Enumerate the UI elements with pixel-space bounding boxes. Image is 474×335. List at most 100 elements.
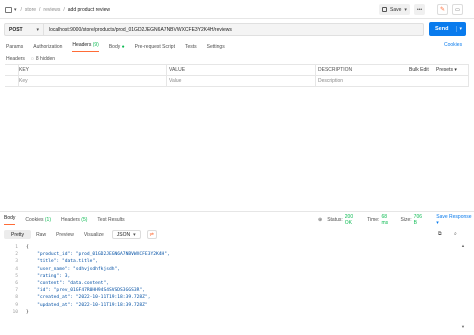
send-button[interactable]: Send ▾: [429, 22, 466, 36]
line-number: 4: [15, 266, 18, 272]
method-select[interactable]: POST ▾: [4, 23, 44, 36]
pretty-button[interactable]: Pretty: [4, 230, 32, 239]
key-input[interactable]: Key: [19, 78, 169, 84]
chevron-down-icon: ▾: [133, 231, 136, 238]
comments-button[interactable]: ▭: [452, 4, 463, 15]
scroll-down-arrow[interactable]: ▼: [461, 324, 465, 329]
time-value: 68 ms: [381, 213, 389, 226]
response-tab-cookies-label: Cookies: [25, 216, 44, 223]
line-text: "rating": 3,: [26, 273, 71, 279]
url-input[interactable]: localhost:9000/store/products/prod_01GD2…: [44, 23, 424, 36]
page-title[interactable]: add product review: [68, 7, 110, 13]
code-line: 3 "title": "data.title",: [4, 258, 459, 265]
response-tab-headers[interactable]: Headers (5): [61, 217, 87, 223]
code-line: 6 "content": "data.content",: [4, 280, 459, 287]
save-response-button[interactable]: Save Response ▾: [436, 214, 474, 226]
status-value: 200 OK: [344, 213, 354, 226]
tab-params[interactable]: Params: [6, 44, 23, 50]
edit-button[interactable]: ✎: [437, 4, 448, 15]
wrap-icon: ⇌: [149, 231, 154, 238]
line-text: }: [26, 309, 29, 315]
line-text: "id": "prev_01GF47R0HH94S4SVSDS3GGS3R",: [26, 288, 145, 294]
code-line: 5 "rating": 3,: [4, 273, 459, 280]
line-text: "user_name": "sdhvjsdhfkjsdh",: [26, 266, 121, 272]
response-tab-test-results[interactable]: Test Results: [97, 217, 124, 223]
body-indicator-dot: ●: [121, 44, 125, 50]
save-label: Save: [390, 6, 402, 13]
copy-icon[interactable]: ⧉: [438, 231, 442, 237]
tab-body[interactable]: Body ●: [109, 44, 125, 50]
tab-authorization[interactable]: Authorization: [33, 44, 62, 50]
tab-headers[interactable]: Headers (9): [72, 42, 99, 52]
globe-icon: ⊕: [318, 216, 323, 223]
response-tab-headers-label: Headers: [61, 216, 80, 223]
search-icon[interactable]: ⌕: [454, 231, 457, 237]
response-tab-body[interactable]: Body: [4, 215, 16, 225]
size-label: Size:: [400, 216, 412, 223]
raw-button[interactable]: Raw: [36, 232, 46, 238]
code-line: 8 "created_at": "2022-10-11T19:18:39.728…: [4, 294, 459, 301]
save-button[interactable]: Save ▾: [379, 4, 410, 15]
chevron-down-icon[interactable]: ▾: [14, 7, 17, 13]
tab-headers-label: Headers: [72, 42, 92, 48]
code-line: 4 "user_name": "sdhvjsdhfkjsdh",: [4, 266, 459, 273]
presets-dropdown[interactable]: Presets ▾: [436, 67, 457, 73]
line-number: 2: [15, 252, 18, 258]
response-tab-cookies[interactable]: Cookies (1): [25, 217, 51, 223]
tab-pre-request-script[interactable]: Pre-request Script: [135, 44, 175, 50]
column-header-key: KEY: [19, 67, 30, 73]
code-line: 7 "id": "prev_01GF47R0HH94S4SVSDS3GGS3R"…: [4, 287, 459, 294]
chevron-down-icon: ▾: [404, 6, 407, 13]
tab-settings[interactable]: Settings: [207, 44, 225, 50]
line-text: "title": "data.title",: [26, 259, 98, 265]
preview-button[interactable]: Preview: [56, 232, 74, 238]
comment-icon: ▭: [455, 6, 460, 13]
response-tab-cookies-count: (1): [44, 216, 51, 223]
method-label: POST: [9, 26, 23, 33]
description-input[interactable]: Description: [318, 78, 469, 84]
response-tab-headers-count: (5): [81, 216, 88, 223]
code-line: 10}: [4, 309, 459, 316]
breadcrumb-item[interactable]: reviews: [43, 7, 60, 13]
wrap-lines-button[interactable]: ⇌: [146, 230, 157, 239]
chevron-down-icon: ▾: [454, 67, 457, 73]
visualize-button[interactable]: Visualize: [84, 232, 104, 238]
time-label: Time:: [367, 216, 380, 223]
pretty-label: Pretty: [11, 231, 25, 238]
save-response-label: Save Response: [436, 213, 472, 220]
line-text: "created_at": "2022-10-11T19:18:39.728Z"…: [26, 295, 151, 301]
scroll-up-arrow[interactable]: ▲: [461, 243, 465, 248]
line-number: 1: [15, 245, 18, 251]
line-number: 8: [15, 295, 18, 301]
chevron-down-icon: ▾: [436, 219, 439, 226]
line-number: 9: [15, 302, 18, 308]
hidden-headers-toggle[interactable]: 8 hidden: [36, 56, 55, 62]
format-select[interactable]: JSON ▾: [111, 230, 141, 239]
more-actions-button[interactable]: •••: [414, 4, 425, 15]
line-number: 7: [15, 288, 18, 294]
column-header-description: DESCRIPTION: [318, 67, 353, 73]
status-label: Status:: [327, 216, 343, 223]
http-icon: [5, 7, 12, 13]
headers-sublabel: Headers: [6, 56, 25, 62]
code-line: 9 "updated_at": "2022-10-11T19:18:39.728…: [4, 302, 459, 309]
response-body[interactable]: 1{ 2 "product_id": "prod_01GD2JEGN6A7NBV…: [4, 244, 459, 316]
url-text: localhost:9000/store/products/prod_01GD2…: [49, 26, 232, 33]
response-scrollbar[interactable]: ▲ ▼: [461, 243, 465, 329]
tab-body-label: Body: [108, 44, 121, 50]
breadcrumb-item[interactable]: store: [25, 7, 36, 13]
value-input[interactable]: Value: [169, 78, 318, 84]
line-text: {: [26, 245, 29, 251]
cookies-link[interactable]: Cookies: [444, 42, 462, 48]
chevron-down-icon: ▾: [456, 26, 462, 32]
bulk-edit-link[interactable]: Bulk Edit: [409, 67, 436, 73]
line-number: 6: [15, 281, 18, 287]
chevron-down-icon: ▾: [36, 26, 39, 33]
tab-headers-count: (9): [92, 42, 99, 48]
eye-off-icon[interactable]: ◌: [31, 56, 34, 62]
tab-tests[interactable]: Tests: [185, 44, 197, 50]
line-number: 5: [15, 273, 18, 279]
column-header-value: VALUE: [169, 67, 186, 73]
size-value: 706 B: [413, 213, 423, 226]
line-number: 3: [15, 259, 18, 265]
